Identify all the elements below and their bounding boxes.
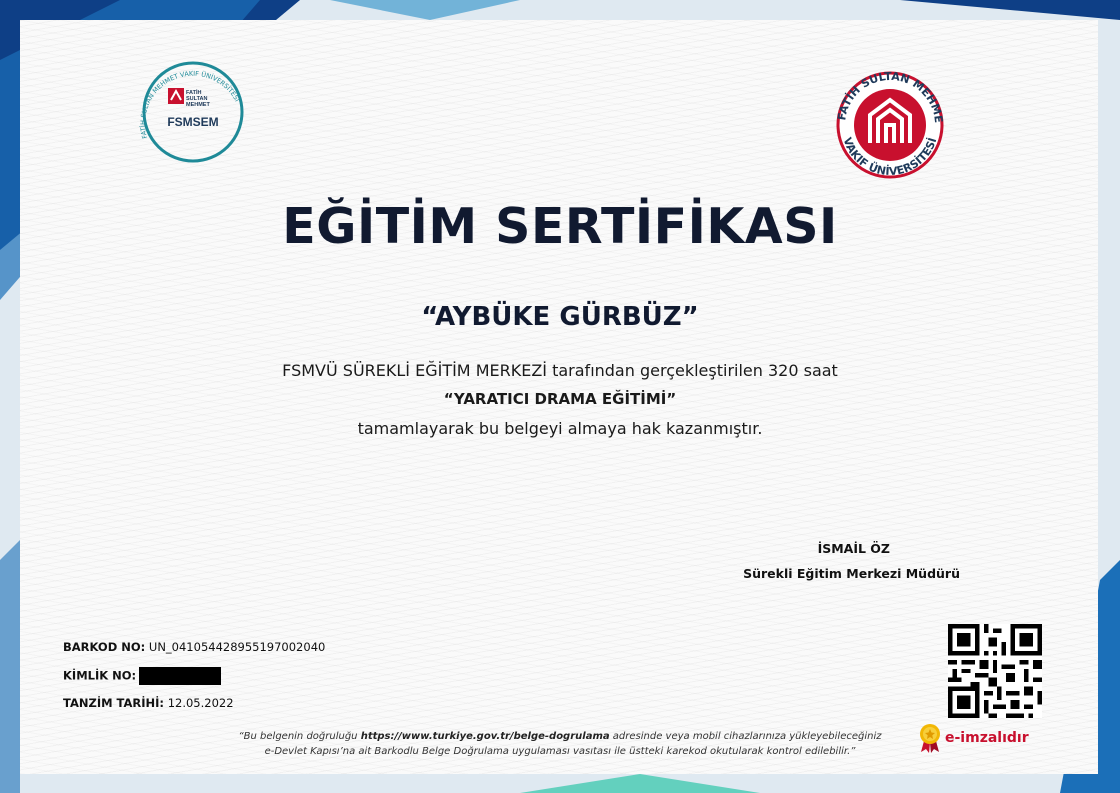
id-row: KİMLİK NO: [63, 667, 222, 685]
e-signature-label: e-imzalıdır [945, 730, 1029, 746]
footnote-text-2: adresinde veya mobil cihazlarınıza yükle… [609, 731, 882, 742]
svg-text:MEHMET: MEHMET [186, 102, 210, 108]
date-value: 12.05.2022 [167, 696, 234, 710]
redacted-id [139, 667, 222, 685]
verification-note: “Bu belgenin doğruluğu https://www.turki… [200, 729, 920, 759]
verification-link[interactable]: https://www.turkiye.gov.tr/belge-dogrula… [361, 731, 610, 742]
barcode-value: UN_041054428955197002040 [148, 640, 326, 654]
svg-text:FATİH: FATİH [186, 89, 202, 96]
footnote-text-1: “Bu belgenin doğruluğu [238, 731, 361, 742]
description-line-3: tamamlayarak bu belgeyi almaya hak kazan… [357, 419, 763, 438]
id-label: KİMLİK NO: [63, 668, 137, 683]
signatory-name: İSMAİL ÖZ [817, 541, 890, 556]
barcode-row: BARKOD NO: UN_041054428955197002040 [63, 640, 325, 654]
recipient-name: “AYBÜKE GÜRBÜZ” [421, 302, 699, 332]
course-name: “YARATICI DRAMA EĞİTİMİ” [443, 390, 677, 408]
e-signature-badge: e-imzalıdır [918, 723, 1029, 753]
signatory-position: Sürekli Eğitim Merkezi Müdürü [743, 566, 960, 581]
seal-icon [920, 724, 940, 753]
footnote-text-3: e-Devlet Kapısı’na ait Barkodlu Belge Do… [264, 746, 856, 757]
fsmvu-logo: FATİH SULTAN MEHMET VAKIF ÜNİVERSİTESİ [820, 55, 945, 179]
qr-code[interactable] [948, 624, 1042, 718]
description-line-1: FSMVÜ SÜREKLİ EĞİTİM MERKEZİ tarafından … [282, 361, 838, 380]
barcode-label: BARKOD NO: [63, 640, 146, 654]
fsmsem-logo: FATİH SULTAN MEHMET VAKIF ÜNİVERSİTESİ F… [138, 61, 244, 163]
certificate-title: EĞİTİM SERTİFİKASI [282, 198, 838, 255]
date-row: TANZİM TARİHİ: 12.05.2022 [63, 696, 234, 710]
date-label: TANZİM TARİHİ: [63, 696, 165, 710]
svg-text:FSMSEM: FSMSEM [167, 115, 218, 129]
